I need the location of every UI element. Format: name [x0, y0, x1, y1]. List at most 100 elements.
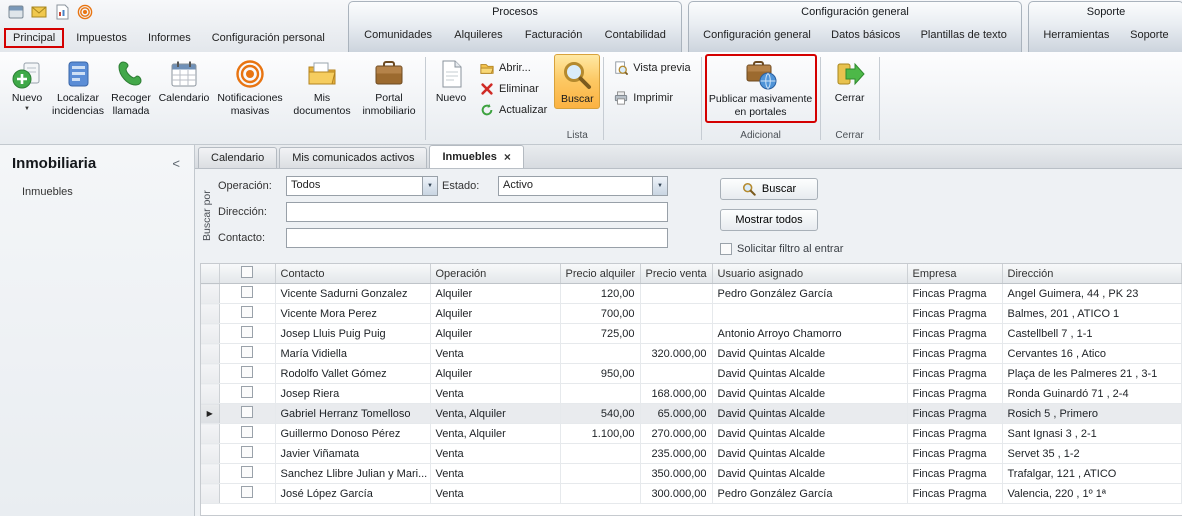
buscar-panel-button[interactable]: Buscar: [720, 178, 818, 200]
table-row[interactable]: Josep Lluis Puig Puig Alquiler 725,00 An…: [201, 324, 1182, 344]
table-row[interactable]: ▶ Gabriel Herranz Tomelloso Venta, Alqui…: [201, 404, 1182, 424]
tab-calendario[interactable]: Calendario: [198, 147, 277, 168]
solicitar-filtro-checkbox[interactable]: [720, 243, 732, 255]
contacto-input[interactable]: [286, 228, 668, 248]
table-row[interactable]: Vicente Sadurni Gonzalez Alquiler 120,00…: [201, 284, 1182, 304]
abrir-button[interactable]: Abrir...: [476, 60, 551, 76]
refresh-icon: [480, 103, 494, 117]
column-header-usuario-asignado[interactable]: Usuario asignado: [712, 264, 907, 284]
ribbon-tab-principal[interactable]: Principal: [4, 28, 64, 48]
grid-body: Vicente Sadurni Gonzalez Alquiler 120,00…: [201, 284, 1182, 504]
cell-contacto: Vicente Mora Perez: [275, 304, 430, 324]
tab-inmuebles[interactable]: Inmuebles ×: [429, 145, 523, 168]
broadcast-icon[interactable]: [77, 4, 93, 20]
row-checkbox[interactable]: [241, 466, 253, 478]
direccion-input[interactable]: [286, 202, 668, 222]
imprimir-button[interactable]: Imprimir: [610, 90, 694, 106]
tab-mis-comunicados-activos[interactable]: Mis comunicados activos: [279, 147, 427, 168]
chevron-down-icon[interactable]: ▼: [422, 177, 437, 195]
nuevo-registro-button[interactable]: Nuevo: [429, 54, 473, 143]
table-row[interactable]: Josep Riera Venta 168.000,00 David Quint…: [201, 384, 1182, 404]
cell-usuario: [712, 304, 907, 324]
ribbon-tab-configuracion-personal[interactable]: Configuración personal: [203, 28, 334, 48]
column-header-precio-alquiler[interactable]: Precio alquiler: [560, 264, 640, 284]
application-window: Principal Impuestos Informes Configuraci…: [0, 0, 1182, 516]
ribbon-tab-alquileres[interactable]: Alquileres: [450, 26, 506, 44]
app-window-icon[interactable]: [8, 4, 24, 20]
ribbon-tab-comunidades[interactable]: Comunidades: [360, 26, 436, 44]
table-row[interactable]: Rodolfo Vallet Gómez Alquiler 950,00 Dav…: [201, 364, 1182, 384]
row-checkbox[interactable]: [241, 306, 253, 318]
ribbon-tab-herramientas[interactable]: Herramientas: [1039, 26, 1113, 44]
localizar-incidencias-button[interactable]: Localizar incidencias: [50, 54, 106, 143]
table-row[interactable]: Guillermo Donoso Pérez Venta, Alquiler 1…: [201, 424, 1182, 444]
row-checkbox[interactable]: [241, 326, 253, 338]
publicar-masivamente-button[interactable]: Publicar masivamente en portales: [705, 54, 817, 123]
column-header-precio-venta[interactable]: Precio venta: [640, 264, 712, 284]
cell-direccion: Trafalgar, 121 , ATICO: [1002, 464, 1182, 484]
search-icon: [742, 182, 756, 196]
cell-contacto: Gabriel Herranz Tomelloso: [275, 404, 430, 424]
toolbar-separator: [879, 57, 880, 140]
ribbon-tab-informes[interactable]: Informes: [139, 28, 200, 48]
cell-direccion: Cervantes 16 , Atico: [1002, 344, 1182, 364]
row-checkbox[interactable]: [241, 286, 253, 298]
estado-select[interactable]: Activo ▼: [498, 176, 668, 196]
mostrar-todos-button[interactable]: Mostrar todos: [720, 209, 818, 231]
eliminar-button[interactable]: Eliminar: [476, 81, 551, 97]
row-checkbox-cell: [219, 484, 275, 504]
column-header-empresa[interactable]: Empresa: [907, 264, 1002, 284]
collapse-sidebar-icon[interactable]: <: [170, 156, 182, 171]
notificaciones-masivas-button[interactable]: Notificaciones masivas: [212, 54, 288, 143]
actualizar-button[interactable]: Actualizar: [476, 102, 551, 118]
calendario-button[interactable]: Calendario: [156, 54, 212, 143]
ribbon-tab-configuracion-general[interactable]: Configuración general: [699, 26, 815, 44]
row-checkbox[interactable]: [241, 366, 253, 378]
portal-inmobiliario-button[interactable]: Portal inmobiliario: [356, 54, 422, 143]
row-checkbox[interactable]: [241, 446, 253, 458]
select-all-checkbox[interactable]: [241, 266, 253, 278]
row-checkbox[interactable]: [241, 486, 253, 498]
report-icon[interactable]: [54, 4, 70, 20]
search-icon: [561, 59, 593, 91]
table-row[interactable]: Sanchez Llibre Julian y Mari... Venta 35…: [201, 464, 1182, 484]
chevron-down-icon[interactable]: ▼: [652, 177, 667, 195]
ribbon-tab-plantillas-texto[interactable]: Plantillas de texto: [917, 26, 1011, 44]
row-checkbox[interactable]: [241, 426, 253, 438]
sidebar-item-inmuebles[interactable]: Inmuebles: [0, 182, 194, 202]
ribbon-tab-contabilidad[interactable]: Contabilidad: [601, 26, 670, 44]
mass-notifications-icon: [234, 58, 266, 90]
row-checkbox[interactable]: [241, 346, 253, 358]
operacion-select[interactable]: Todos ▼: [286, 176, 438, 196]
table-row[interactable]: María Vidiella Venta 320.000,00 David Qu…: [201, 344, 1182, 364]
inmuebles-grid: Contacto Operación Precio alquiler Preci…: [200, 263, 1182, 516]
recoger-llamada-button[interactable]: Recoger llamada: [106, 54, 156, 143]
cell-contacto: José López García: [275, 484, 430, 504]
close-tab-icon[interactable]: ×: [504, 151, 511, 163]
ribbon-tab-soporte[interactable]: Soporte: [1126, 26, 1173, 44]
table-row[interactable]: José López García Venta 300.000,00 Pedro…: [201, 484, 1182, 504]
table-row[interactable]: Javier Viñamata Venta 235.000,00 David Q…: [201, 444, 1182, 464]
vista-previa-button[interactable]: Vista previa: [610, 60, 694, 76]
row-checkbox[interactable]: [241, 386, 253, 398]
sidebar-header: Inmobiliaria <: [0, 155, 194, 182]
buscar-button[interactable]: Buscar: [554, 54, 600, 109]
column-header-operacion[interactable]: Operación: [430, 264, 560, 284]
cell-precio-alquiler: [560, 344, 640, 364]
mis-documentos-button[interactable]: Mis documentos: [288, 54, 356, 143]
cell-precio-alquiler: 1.100,00: [560, 424, 640, 444]
ribbon-tab-facturacion[interactable]: Facturación: [521, 26, 586, 44]
column-header-contacto[interactable]: Contacto: [275, 264, 430, 284]
column-header-direccion[interactable]: Dirección: [1002, 264, 1182, 284]
calendar-icon: [168, 58, 200, 90]
ribbon-tab-impuestos[interactable]: Impuestos: [67, 28, 136, 48]
cell-contacto: Vicente Sadurni Gonzalez: [275, 284, 430, 304]
cell-precio-alquiler: [560, 464, 640, 484]
row-indicator: ▶: [201, 404, 219, 424]
ribbon-tab-datos-basicos[interactable]: Datos básicos: [827, 26, 904, 44]
nuevo-button[interactable]: Nuevo ▼: [4, 54, 50, 143]
mail-icon[interactable]: [31, 4, 47, 20]
cerrar-button[interactable]: Cerrar: [824, 54, 876, 107]
row-checkbox[interactable]: [241, 406, 253, 418]
table-row[interactable]: Vicente Mora Perez Alquiler 700,00 Finca…: [201, 304, 1182, 324]
